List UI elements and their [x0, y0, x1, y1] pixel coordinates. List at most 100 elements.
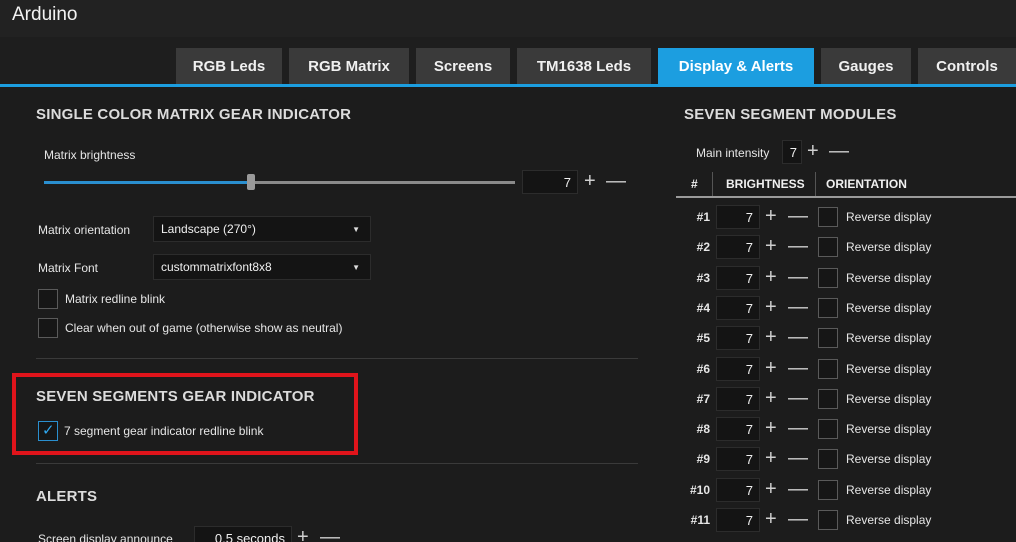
matrix-section-title: SINGLE COLOR MATRIX GEAR INDICATOR — [36, 106, 352, 123]
clear-out-of-game-checkbox[interactable] — [38, 318, 58, 338]
clear-out-of-game-label: Clear when out of game (otherwise show a… — [65, 321, 343, 335]
module-brightness-plus-icon[interactable]: + — [765, 297, 777, 317]
module-reverse-display-checkbox[interactable] — [818, 207, 838, 227]
tab-screens[interactable]: Screens — [416, 48, 510, 84]
module-brightness-value[interactable]: 7 — [716, 205, 760, 229]
module-reverse-display-checkbox[interactable] — [818, 389, 838, 409]
module-brightness-value[interactable]: 7 — [716, 266, 760, 290]
module-brightness-value[interactable]: 7 — [716, 447, 760, 471]
module-reverse-display-label: Reverse display — [846, 331, 932, 345]
tab-rgb-leds[interactable]: RGB Leds — [176, 48, 282, 84]
module-brightness-value[interactable]: 7 — [716, 478, 760, 502]
module-row-number: #6 — [696, 362, 710, 376]
module-brightness-minus-icon[interactable]: — — [788, 479, 808, 499]
module-brightness-minus-icon[interactable]: — — [788, 236, 808, 256]
module-reverse-display-checkbox[interactable] — [818, 328, 838, 348]
matrix-brightness-value[interactable]: 7 — [522, 170, 578, 194]
module-reverse-display-checkbox[interactable] — [818, 449, 838, 469]
module-reverse-display-label: Reverse display — [846, 240, 932, 254]
tab-rgb-matrix[interactable]: RGB Matrix — [289, 48, 409, 84]
display-alerts-panel: SINGLE COLOR MATRIX GEAR INDICATOR Matri… — [0, 90, 1016, 542]
modules-section-title: SEVEN SEGMENT MODULES — [684, 106, 897, 123]
module-reverse-display-checkbox[interactable] — [818, 359, 838, 379]
main-intensity-plus-icon[interactable]: + — [807, 141, 819, 161]
highlight-box — [12, 373, 358, 455]
module-row-number: #10 — [689, 483, 710, 497]
matrix-brightness-plus-icon[interactable]: + — [584, 171, 596, 191]
module-reverse-display-label: Reverse display — [846, 452, 932, 466]
module-brightness-minus-icon[interactable]: — — [788, 267, 808, 287]
chevron-down-icon: ▼ — [352, 263, 360, 272]
module-brightness-value[interactable]: 7 — [716, 235, 760, 259]
module-reverse-display-label: Reverse display — [846, 422, 932, 436]
module-brightness-minus-icon[interactable]: — — [788, 418, 808, 438]
module-brightness-plus-icon[interactable]: + — [765, 418, 777, 438]
matrix-font-select[interactable]: custommatrixfont8x8 ▼ — [153, 254, 371, 280]
module-brightness-value[interactable]: 7 — [716, 357, 760, 381]
module-brightness-plus-icon[interactable]: + — [765, 267, 777, 287]
announce-value[interactable]: 0.5 seconds — [194, 526, 292, 542]
section-divider — [36, 463, 638, 464]
module-brightness-minus-icon[interactable]: — — [788, 358, 808, 378]
module-brightness-plus-icon[interactable]: + — [765, 206, 777, 226]
module-reverse-display-label: Reverse display — [846, 362, 932, 376]
module-brightness-minus-icon[interactable]: — — [788, 206, 808, 226]
announce-plus-icon[interactable]: + — [297, 527, 309, 542]
module-reverse-display-checkbox[interactable] — [818, 237, 838, 257]
module-reverse-display-checkbox[interactable] — [818, 298, 838, 318]
title-bar: Arduino — [0, 0, 1016, 37]
module-row-number: #2 — [696, 240, 710, 254]
module-brightness-minus-icon[interactable]: — — [788, 297, 808, 317]
matrix-orientation-value: Landscape (270°) — [161, 222, 256, 236]
tab-display-alerts[interactable]: Display & Alerts — [658, 48, 814, 84]
module-row-number: #8 — [696, 422, 710, 436]
module-brightness-plus-icon[interactable]: + — [765, 479, 777, 499]
app-title: Arduino — [12, 4, 78, 25]
matrix-orientation-select[interactable]: Landscape (270°) ▼ — [153, 216, 371, 242]
module-row-number: #7 — [696, 392, 710, 406]
checkmark-icon: ✓ — [42, 422, 55, 439]
module-brightness-value[interactable]: 7 — [716, 326, 760, 350]
module-row-number: #1 — [696, 210, 710, 224]
alerts-section-title: ALERTS — [36, 488, 98, 505]
module-reverse-display-label: Reverse display — [846, 301, 932, 315]
tab-tm1638-leds[interactable]: TM1638 Leds — [517, 48, 651, 84]
main-intensity-value[interactable]: 7 — [782, 140, 802, 164]
module-brightness-minus-icon[interactable]: — — [788, 448, 808, 468]
module-brightness-plus-icon[interactable]: + — [765, 327, 777, 347]
module-brightness-plus-icon[interactable]: + — [765, 448, 777, 468]
module-brightness-value[interactable]: 7 — [716, 417, 760, 441]
column-header-number: # — [691, 177, 698, 191]
module-brightness-value[interactable]: 7 — [716, 296, 760, 320]
column-header-orientation: ORIENTATION — [826, 177, 907, 191]
announce-minus-icon[interactable]: — — [320, 527, 340, 542]
module-reverse-display-checkbox[interactable] — [818, 268, 838, 288]
module-brightness-plus-icon[interactable]: + — [765, 388, 777, 408]
announce-label: Screen display announce — [38, 532, 173, 542]
matrix-brightness-thumb[interactable] — [247, 174, 255, 190]
module-brightness-plus-icon[interactable]: + — [765, 236, 777, 256]
seven-seg-redline-checkbox[interactable]: ✓ — [38, 421, 58, 441]
column-separator — [815, 172, 816, 196]
chevron-down-icon: ▼ — [352, 225, 360, 234]
module-reverse-display-checkbox[interactable] — [818, 510, 838, 530]
module-brightness-value[interactable]: 7 — [716, 508, 760, 532]
matrix-orientation-label: Matrix orientation — [38, 223, 131, 237]
module-brightness-plus-icon[interactable]: + — [765, 358, 777, 378]
matrix-brightness-minus-icon[interactable]: — — [606, 171, 626, 191]
module-reverse-display-checkbox[interactable] — [818, 480, 838, 500]
tab-controls[interactable]: Controls — [918, 48, 1016, 84]
module-brightness-value[interactable]: 7 — [716, 387, 760, 411]
matrix-redline-blink-checkbox[interactable] — [38, 289, 58, 309]
module-reverse-display-checkbox[interactable] — [818, 419, 838, 439]
module-brightness-plus-icon[interactable]: + — [765, 509, 777, 529]
module-brightness-minus-icon[interactable]: — — [788, 388, 808, 408]
module-brightness-minus-icon[interactable]: — — [788, 509, 808, 529]
tab-bar: RGB Leds RGB Matrix Screens TM1638 Leds … — [0, 37, 1016, 87]
seven-seg-redline-label: 7 segment gear indicator redline blink — [64, 424, 264, 438]
main-intensity-minus-icon[interactable]: — — [829, 141, 849, 161]
matrix-redline-blink-label: Matrix redline blink — [65, 292, 166, 306]
module-brightness-minus-icon[interactable]: — — [788, 327, 808, 347]
tab-gauges[interactable]: Gauges — [821, 48, 911, 84]
module-row-number: #9 — [696, 452, 710, 466]
